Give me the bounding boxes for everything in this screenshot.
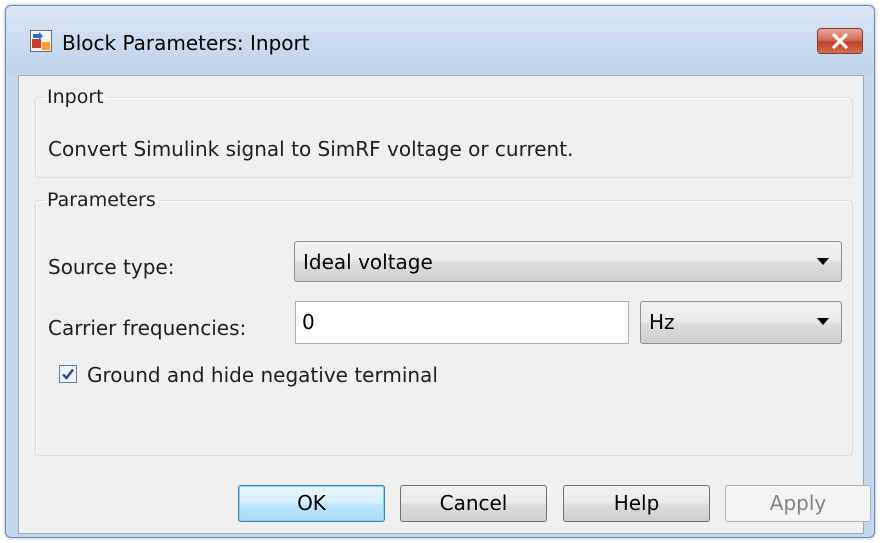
chevron-down-icon: [817, 318, 829, 325]
source-type-dropdown[interactable]: Ideal voltage: [294, 241, 842, 282]
inport-group: Inport: [35, 86, 853, 178]
simulink-block-icon: [30, 30, 52, 52]
title-bar[interactable]: Block Parameters: Inport: [6, 6, 874, 74]
help-button[interactable]: Help: [563, 485, 710, 522]
chevron-down-icon: [817, 258, 829, 265]
frequency-unit-dropdown[interactable]: Hz: [640, 301, 842, 344]
source-type-label: Source type:: [48, 255, 175, 279]
dialog-content: Inport Convert Simulink signal to SimRF …: [18, 75, 871, 534]
parameters-group-title: Parameters: [47, 189, 156, 211]
source-type-value: Ideal voltage: [303, 250, 433, 274]
ground-checkbox-label[interactable]: Ground and hide negative terminal: [87, 363, 438, 387]
apply-button[interactable]: Apply: [725, 485, 871, 522]
dialog-window: Block Parameters: Inport Inport Convert …: [5, 5, 875, 538]
frequency-unit-value: Hz: [649, 310, 675, 334]
ok-button[interactable]: OK: [238, 485, 385, 522]
close-button[interactable]: [817, 28, 863, 54]
cancel-button[interactable]: Cancel: [400, 485, 547, 522]
inport-group-title: Inport: [47, 86, 104, 108]
close-icon: [832, 33, 848, 49]
carrier-frequencies-label: Carrier frequencies:: [48, 316, 247, 340]
window-title: Block Parameters: Inport: [62, 31, 310, 55]
carrier-frequencies-input[interactable]: 0: [295, 301, 629, 344]
checkmark-icon: [62, 368, 74, 380]
carrier-frequencies-value: 0: [302, 310, 315, 334]
block-description: Convert Simulink signal to SimRF voltage…: [48, 137, 574, 161]
ground-checkbox[interactable]: [59, 365, 77, 383]
